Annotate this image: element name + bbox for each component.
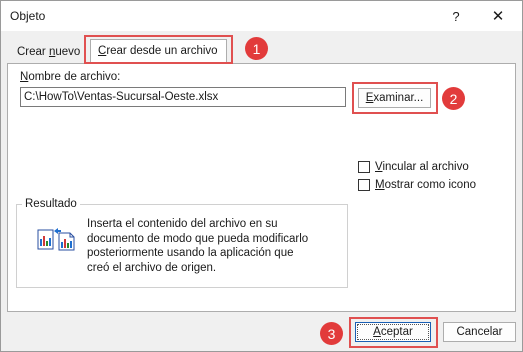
step-badge-1: 1 bbox=[245, 37, 268, 60]
title-bar: Objeto ? ✕ bbox=[1, 1, 522, 31]
help-button[interactable]: ? bbox=[437, 1, 475, 31]
cancel-button[interactable]: Cancelar bbox=[443, 322, 516, 342]
object-dialog: Objeto ? ✕ Crear nuevo Crear desde un ar… bbox=[0, 0, 523, 352]
display-as-icon-label: Mostrar como icono bbox=[375, 179, 476, 191]
result-legend: Resultado bbox=[22, 198, 80, 210]
result-line: creó el archivo de origen. bbox=[87, 261, 217, 274]
result-line: posteriormente usando la aplicación que bbox=[87, 247, 294, 259]
ok-focus-ring bbox=[357, 324, 429, 340]
close-icon: ✕ bbox=[491, 8, 505, 25]
embedded-document-icon bbox=[37, 228, 75, 251]
display-as-icon-access-key: M bbox=[375, 179, 385, 191]
tab-create-new[interactable]: Crear nuevo bbox=[11, 43, 86, 64]
dialog-title: Objeto bbox=[10, 9, 46, 23]
step-badge-3: 3 bbox=[320, 322, 343, 345]
link-to-file-label: Vincular al archivo bbox=[375, 161, 469, 173]
tab-create-new-label-prefix: Crear bbox=[17, 46, 49, 58]
ok-button[interactable]: Aceptar bbox=[355, 322, 431, 342]
close-button[interactable]: ✕ bbox=[479, 1, 517, 31]
tab-create-from-file-label: rear desde un archivo bbox=[106, 45, 218, 57]
display-as-icon-checkbox[interactable] bbox=[358, 179, 370, 191]
result-line: Inserta el contenido del archivo en su bbox=[87, 218, 278, 230]
filename-label-text: ombre de archivo: bbox=[28, 71, 121, 83]
step-badge-2: 2 bbox=[442, 87, 465, 110]
result-description: Inserta el contenido del archivo en su d… bbox=[87, 217, 339, 275]
link-to-file-checkbox[interactable] bbox=[358, 161, 370, 173]
tab-create-new-label-rest: uevo bbox=[55, 46, 81, 58]
display-as-icon-text: ostrar como icono bbox=[384, 179, 476, 191]
filename-input[interactable] bbox=[20, 87, 346, 107]
link-to-file-option[interactable]: Vincular al archivo bbox=[358, 161, 469, 173]
link-to-file-text: incular al archivo bbox=[382, 161, 469, 173]
display-as-icon-option[interactable]: Mostrar como icono bbox=[358, 179, 476, 191]
browse-label: xaminar... bbox=[373, 92, 424, 104]
help-icon: ? bbox=[452, 8, 460, 24]
filename-label: Nombre de archivo: bbox=[20, 71, 120, 83]
result-line: documento de modo que pueda modificarlo bbox=[87, 232, 309, 245]
tab-create-from-file[interactable]: Crear desde un archivo bbox=[90, 39, 227, 64]
browse-button[interactable]: Examinar... bbox=[358, 88, 431, 108]
